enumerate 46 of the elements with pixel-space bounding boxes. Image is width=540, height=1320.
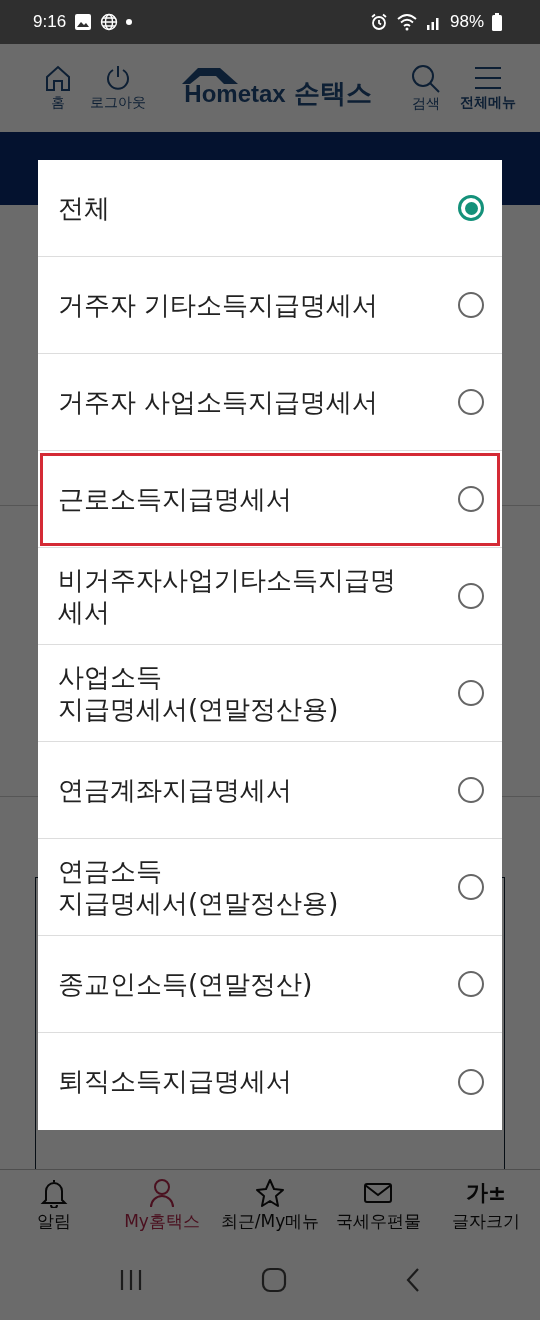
option-row[interactable]: 전체 <box>38 160 502 257</box>
option-label: 종교인소득(연말정산) <box>58 967 313 1001</box>
notification-dot-icon <box>126 19 133 25</box>
roof-icon <box>180 65 240 84</box>
wifi-icon <box>395 13 418 31</box>
radio-button[interactable] <box>458 874 484 900</box>
star-icon <box>255 1177 285 1208</box>
battery-percent: 98% <box>449 12 484 32</box>
globe-icon <box>100 13 119 31</box>
option-label: 연금소득 지급명세서(연말정산용) <box>58 854 339 920</box>
bottom-nav-tab[interactable]: 최근/My메뉴 <box>216 1170 324 1240</box>
option-label: 비거주자사업기타소득지급명세서 <box>58 563 397 629</box>
font-size-icon: 가± <box>465 1177 507 1208</box>
radio-button[interactable] <box>458 680 484 706</box>
option-label: 연금계좌지급명세서 <box>58 773 292 807</box>
radio-button[interactable] <box>458 971 484 997</box>
person-icon <box>148 1177 176 1208</box>
radio-button[interactable] <box>458 1068 484 1095</box>
home-icon <box>44 64 72 92</box>
menu-icon <box>473 64 503 92</box>
option-label: 전체 <box>58 191 110 225</box>
bottom-nav-tab[interactable]: 국세우편물 <box>324 1170 432 1240</box>
bottom-nav-tab[interactable]: 알림 <box>0 1170 108 1240</box>
bottom-nav-tab[interactable]: 가± 글자크기 <box>432 1170 540 1240</box>
home-nav-icon[interactable] <box>261 1267 287 1293</box>
radio-button[interactable] <box>458 195 484 221</box>
option-label: 거주자 사업소득지급명세서 <box>58 385 379 419</box>
recent-apps-icon[interactable] <box>119 1269 143 1291</box>
option-label: 근로소득지급명세서 <box>58 482 292 516</box>
option-row[interactable]: 근로소득지급명세서 <box>38 451 502 548</box>
search-icon <box>410 63 442 93</box>
radio-button[interactable] <box>458 777 484 803</box>
radio-button[interactable] <box>458 486 484 512</box>
power-icon <box>104 64 132 92</box>
battery-icon <box>492 13 502 31</box>
option-label: 퇴직소득지급명세서 <box>58 1065 292 1098</box>
option-label: 거주자 기타소득지급명세서 <box>58 288 379 322</box>
radio-button[interactable] <box>458 292 484 318</box>
option-label: 사업소득 지급명세서(연말정산용) <box>58 660 339 726</box>
alarm-icon <box>369 13 388 31</box>
status-time: 9:16 <box>33 12 67 32</box>
radio-button[interactable] <box>458 583 484 609</box>
bell-icon <box>40 1177 68 1208</box>
back-icon[interactable] <box>405 1267 421 1293</box>
image-icon <box>74 13 93 31</box>
radio-button[interactable] <box>458 389 484 415</box>
